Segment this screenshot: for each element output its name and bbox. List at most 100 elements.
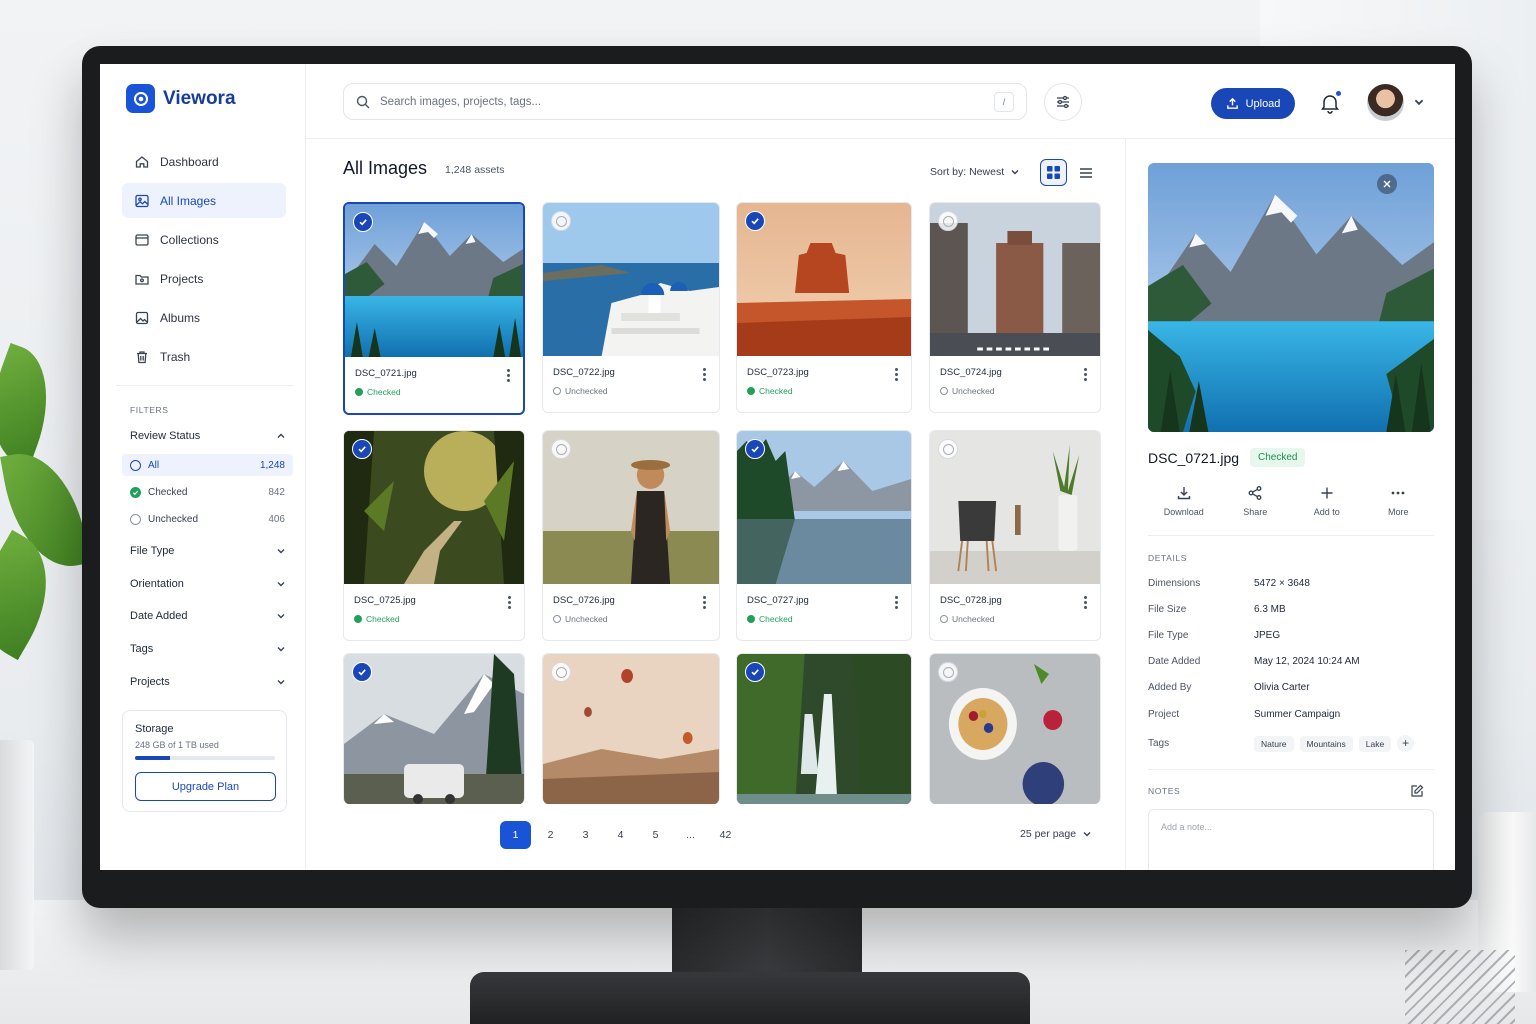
page-42[interactable]: 42 [710, 821, 741, 849]
filter-orientation[interactable]: Orientation [130, 578, 286, 590]
page-4[interactable]: 4 [605, 821, 636, 849]
download-button[interactable]: Download [1152, 485, 1216, 517]
image-card[interactable] [929, 653, 1101, 804]
list-view-button[interactable] [1072, 159, 1099, 186]
filter-settings-button[interactable] [1044, 83, 1082, 121]
more-button[interactable]: More [1366, 485, 1430, 517]
tag-chip[interactable]: Lake [1358, 736, 1392, 752]
search-input[interactable] [380, 95, 984, 108]
image-card[interactable]: DSC_0721.jpg Checked [343, 202, 525, 415]
image-thumbnail[interactable] [543, 431, 719, 584]
chevron-down-icon [277, 549, 285, 554]
upload-button[interactable]: Upload [1211, 88, 1295, 119]
notes-input[interactable]: Add a note... [1148, 809, 1434, 870]
review-status-toggle[interactable]: Review Status [130, 430, 286, 442]
image-thumbnail[interactable] [930, 654, 1100, 804]
logo[interactable]: Viewora [126, 84, 236, 113]
more-vertical-icon[interactable] [703, 368, 707, 383]
detail-key: Project [1148, 709, 1180, 720]
share-button[interactable]: Share [1223, 485, 1287, 517]
sort-label: Sort by: Newest [930, 166, 1005, 178]
filter-file-type[interactable]: File Type [130, 545, 286, 557]
page-5[interactable]: 5 [640, 821, 671, 849]
image-card[interactable] [542, 653, 720, 804]
more-vertical-icon[interactable] [508, 596, 512, 611]
tag-chip[interactable]: Mountains [1299, 736, 1353, 752]
checkbox-unchecked-icon[interactable] [938, 211, 958, 231]
chevron-down-icon [1083, 832, 1091, 837]
per-page-dropdown[interactable]: 25 per page [1020, 828, 1092, 840]
checkbox-unchecked-icon[interactable] [938, 439, 958, 459]
sort-dropdown[interactable]: Sort by: Newest [930, 166, 1020, 178]
image-thumbnail[interactable] [737, 431, 911, 584]
detail-file-name: DSC_0721.jpg [1148, 450, 1240, 466]
checkbox-checked-icon[interactable] [745, 662, 765, 682]
nav-all-images[interactable]: All Images [122, 183, 286, 218]
image-card[interactable]: DSC_0724.jpg Unchecked [929, 202, 1101, 413]
image-card[interactable] [736, 653, 912, 804]
checkbox-checked-icon[interactable] [353, 212, 373, 232]
image-thumbnail[interactable] [737, 203, 911, 356]
more-vertical-icon[interactable] [895, 596, 899, 611]
nav-collections[interactable]: Collections [122, 222, 286, 257]
more-vertical-icon[interactable] [1084, 596, 1088, 611]
tag-chip[interactable]: Nature [1254, 736, 1294, 752]
upgrade-plan-button[interactable]: Upgrade Plan [135, 772, 276, 801]
filter-label: Orientation [130, 578, 184, 590]
detail-value: May 12, 2024 10:24 AM [1254, 656, 1360, 667]
image-card[interactable]: DSC_0722.jpg Unchecked [542, 202, 720, 413]
more-vertical-icon[interactable] [507, 369, 511, 384]
image-thumbnail[interactable] [930, 431, 1100, 584]
status-filter-all[interactable]: All 1,248 [122, 454, 293, 476]
add-to-button[interactable]: Add to [1295, 485, 1359, 517]
status-filter-unchecked[interactable]: Unchecked 406 [122, 508, 293, 530]
file-name: DSC_0722.jpg [553, 367, 615, 378]
checkbox-unchecked-icon[interactable] [551, 211, 571, 231]
grid-view-button[interactable] [1040, 159, 1067, 186]
nav-dashboard[interactable]: Dashboard [122, 144, 286, 179]
filter-tags[interactable]: Tags [130, 643, 286, 655]
filter-date-added[interactable]: Date Added [130, 610, 286, 622]
chevron-down-icon [277, 582, 285, 587]
more-vertical-icon[interactable] [1084, 368, 1088, 383]
edit-notes-button[interactable] [1410, 784, 1424, 803]
nav-albums[interactable]: Albums [122, 300, 286, 335]
image-card[interactable]: DSC_0725.jpg Checked [343, 430, 525, 641]
image-card[interactable]: DSC_0723.jpg Checked [736, 202, 912, 413]
status-filter-checked[interactable]: Checked 842 [122, 481, 293, 503]
search-bar[interactable]: / [343, 83, 1027, 120]
checkbox-unchecked-icon[interactable] [551, 439, 571, 459]
add-tag-button[interactable]: + [1397, 735, 1415, 752]
review-status: Unchecked [553, 614, 709, 624]
page-1[interactable]: 1 [500, 821, 531, 849]
checkbox-checked-icon[interactable] [745, 439, 765, 459]
checkbox-unchecked-icon[interactable] [551, 662, 571, 682]
chevron-down-icon[interactable] [1413, 96, 1425, 108]
image-card[interactable] [343, 653, 525, 804]
image-thumbnail[interactable] [930, 203, 1100, 356]
more-vertical-icon[interactable] [703, 596, 707, 611]
more-vertical-icon[interactable] [895, 368, 899, 383]
filter-projects[interactable]: Projects [130, 676, 286, 688]
image-thumbnail[interactable] [344, 431, 524, 584]
checkbox-checked-icon[interactable] [745, 211, 765, 231]
image-card[interactable]: DSC_0728.jpg Unchecked [929, 430, 1101, 641]
checkbox-checked-icon[interactable] [352, 662, 372, 682]
image-card-info: DSC_0721.jpg Checked [345, 357, 523, 413]
image-thumbnail[interactable] [737, 654, 911, 804]
avatar[interactable] [1367, 84, 1404, 121]
image-thumbnail[interactable] [543, 654, 719, 804]
page-3[interactable]: 3 [570, 821, 601, 849]
image-thumbnail[interactable] [344, 654, 524, 804]
image-card-info: DSC_0727.jpg Checked [737, 584, 911, 640]
nav-projects[interactable]: Projects [122, 261, 286, 296]
page-2[interactable]: 2 [535, 821, 566, 849]
close-preview-button[interactable] [1377, 174, 1397, 194]
nav-trash[interactable]: Trash [122, 339, 286, 374]
image-thumbnail[interactable] [345, 204, 523, 357]
checkbox-unchecked-icon[interactable] [938, 662, 958, 682]
image-card[interactable]: DSC_0727.jpg Checked [736, 430, 912, 641]
image-card[interactable]: DSC_0726.jpg Unchecked [542, 430, 720, 641]
image-thumbnail[interactable] [543, 203, 719, 356]
checkbox-checked-icon[interactable] [352, 439, 372, 459]
